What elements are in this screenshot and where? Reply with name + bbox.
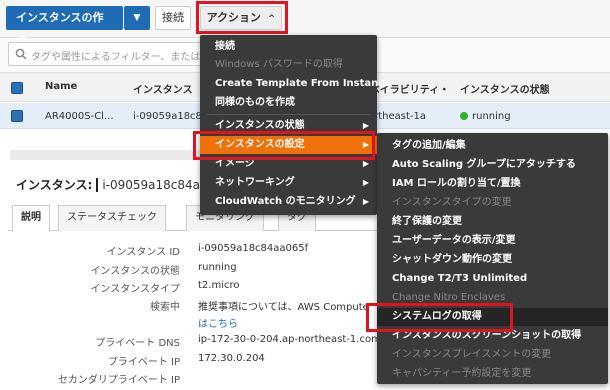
prop-value: t2.micro bbox=[198, 280, 240, 291]
search-icon bbox=[15, 48, 27, 63]
connect-button[interactable]: 接続 bbox=[155, 6, 191, 30]
prop-label: セカンダリプライベート IP bbox=[57, 375, 180, 386]
tab-status-checks[interactable]: ステータスチェック bbox=[58, 205, 166, 231]
settings-menu-item-label: Change T2/T3 Unlimited bbox=[392, 273, 528, 284]
menu-separator bbox=[206, 114, 371, 115]
settings-menu-item[interactable]: シャットダウン動作の変更 bbox=[377, 251, 608, 269]
settings-menu-item[interactable]: Change T2/T3 Unlimited bbox=[377, 270, 608, 288]
state-cell: running bbox=[460, 111, 511, 122]
settings-menu-item-label: シャットダウン動作の変更 bbox=[392, 254, 512, 265]
actions-menu-item-label: Create Template From Instance bbox=[215, 78, 391, 89]
column-header-state[interactable]: インスタンスの状態 bbox=[460, 81, 550, 96]
actions-menu-item-label: CloudWatch のモニタリング bbox=[215, 196, 356, 207]
actions-menu-item[interactable]: ネットワーキング ▶ bbox=[200, 174, 377, 192]
chevron-down-icon: ▼ bbox=[133, 13, 141, 23]
actions-menu-item-label: 同様のものを作成 bbox=[215, 97, 295, 108]
settings-menu-item[interactable]: ユーザーデータの表示/変更 bbox=[377, 232, 608, 250]
horizontal-scrollbar[interactable] bbox=[10, 150, 210, 160]
prop-value: 172.30.0.204 bbox=[198, 353, 265, 364]
tab-label: 説明 bbox=[21, 212, 41, 223]
row-checkbox[interactable] bbox=[11, 110, 23, 122]
column-header-name[interactable]: Name bbox=[45, 81, 77, 92]
settings-menu-item-label: Change Nitro Enclaves bbox=[392, 292, 506, 303]
column-header-instance[interactable]: インスタンス bbox=[133, 81, 193, 96]
annotation-box-system-log bbox=[366, 303, 513, 332]
settings-menu-item-label: ユーザーデータの表示/変更 bbox=[392, 235, 516, 246]
detail-title-label: インスタンス: bbox=[16, 178, 93, 192]
settings-menu-item[interactable]: 終了保護の変更 bbox=[377, 213, 608, 231]
settings-menu-item[interactable]: IAM ロールの割り当て/置換 bbox=[377, 175, 608, 193]
detail-title: インスタンス: i-09059a18c84aa065 bbox=[16, 176, 231, 193]
tab-label: ステータスチェック bbox=[67, 212, 157, 223]
search-input[interactable]: タグや属性によるフィルター、または... bbox=[8, 42, 228, 66]
actions-menu-item[interactable]: CloudWatch のモニタリング ▶ bbox=[200, 193, 377, 211]
instance-id-cell: i-09059a18c8 bbox=[133, 111, 202, 122]
recommendation-link[interactable]: はこちら bbox=[198, 315, 238, 330]
prop-label: インスタンスタイプ bbox=[90, 284, 180, 295]
launch-dropdown-button[interactable]: ▼ bbox=[124, 6, 150, 30]
prop-label: プライベート IP bbox=[107, 357, 180, 368]
actions-menu-item-label: インスタンスの状態 bbox=[215, 120, 305, 131]
toolbar: インスタンスの作成 ▼ 接続 アクション ^ bbox=[0, 0, 610, 48]
prop-value: 推奨事項については、AWS Compute bbox=[198, 302, 369, 313]
settings-menu-item-label: タグの追加/編集 bbox=[392, 140, 466, 151]
search-placeholder: タグや属性によるフィルター、または... bbox=[31, 52, 210, 63]
actions-menu-item-label: Windows パスワードの取得 bbox=[215, 59, 343, 70]
settings-menu-item-label: インスタンスタイプの変更 bbox=[392, 197, 512, 208]
actions-menu: 接続 Windows パスワードの取得 Create Template From I… bbox=[200, 35, 391, 215]
connect-label: 接続 bbox=[162, 11, 184, 24]
settings-menu-item: インスタンスタイプの変更 bbox=[377, 194, 608, 212]
actions-menu-item[interactable]: Create Template From Instance bbox=[200, 75, 391, 93]
prop-label: プライベート DNS bbox=[95, 338, 180, 349]
prop-value: ip-172-30-0-204.ap-northeast-1.compu bbox=[198, 334, 394, 345]
settings-menu-item[interactable]: タグの追加/編集 bbox=[377, 137, 608, 155]
settings-menu-item: インスタンスプレイスメントの変更 bbox=[377, 346, 608, 364]
state-text: running bbox=[472, 111, 511, 122]
settings-menu-item-label: IAM ロールの割り当て/置換 bbox=[392, 178, 521, 189]
actions-menu-item: Windows パスワードの取得 bbox=[200, 56, 377, 74]
prop-value: i-09059a18c84aa065f bbox=[198, 243, 309, 254]
annotation-box-instance-settings bbox=[193, 131, 375, 160]
instance-settings-submenu: タグの追加/編集 Auto Scaling グループにアタッチする IAM ロールの… bbox=[377, 133, 608, 384]
running-status-icon bbox=[460, 112, 468, 120]
settings-menu-item-label: 終了保護の変更 bbox=[392, 216, 462, 227]
chevron-right-icon: ▶ bbox=[362, 197, 369, 206]
prop-label: インスタンスの状態 bbox=[90, 266, 180, 277]
settings-menu-item: キャパシティー予約設定を変更 bbox=[377, 365, 608, 383]
prop-label: 検索中 bbox=[150, 302, 180, 313]
prop-value: running bbox=[198, 262, 237, 273]
actions-menu-item-label: ネットワーキング bbox=[215, 177, 295, 188]
actions-menu-item[interactable]: 同様のものを作成 bbox=[200, 94, 377, 112]
select-all-checkbox[interactable] bbox=[11, 82, 23, 94]
settings-menu-item[interactable]: Auto Scaling グループにアタッチする bbox=[377, 156, 608, 174]
settings-menu-item-label: インスタンスプレイスメントの変更 bbox=[392, 349, 552, 360]
settings-menu-item-label: Auto Scaling グループにアタッチする bbox=[392, 159, 576, 170]
actions-menu-item[interactable]: 接続 bbox=[200, 38, 377, 56]
chevron-right-icon: ▶ bbox=[362, 178, 369, 187]
launch-instance-button[interactable]: インスタンスの作成 bbox=[6, 6, 123, 48]
settings-menu-item-label: キャパシティー予約設定を変更 bbox=[392, 368, 532, 379]
prop-label: インスタンス ID bbox=[106, 247, 180, 258]
tab-description[interactable]: 説明 bbox=[12, 205, 50, 232]
actions-menu-item-label: 接続 bbox=[215, 41, 235, 52]
annotation-box-actions bbox=[196, 1, 288, 34]
instance-name: AR4000S-Cl... bbox=[45, 111, 114, 122]
